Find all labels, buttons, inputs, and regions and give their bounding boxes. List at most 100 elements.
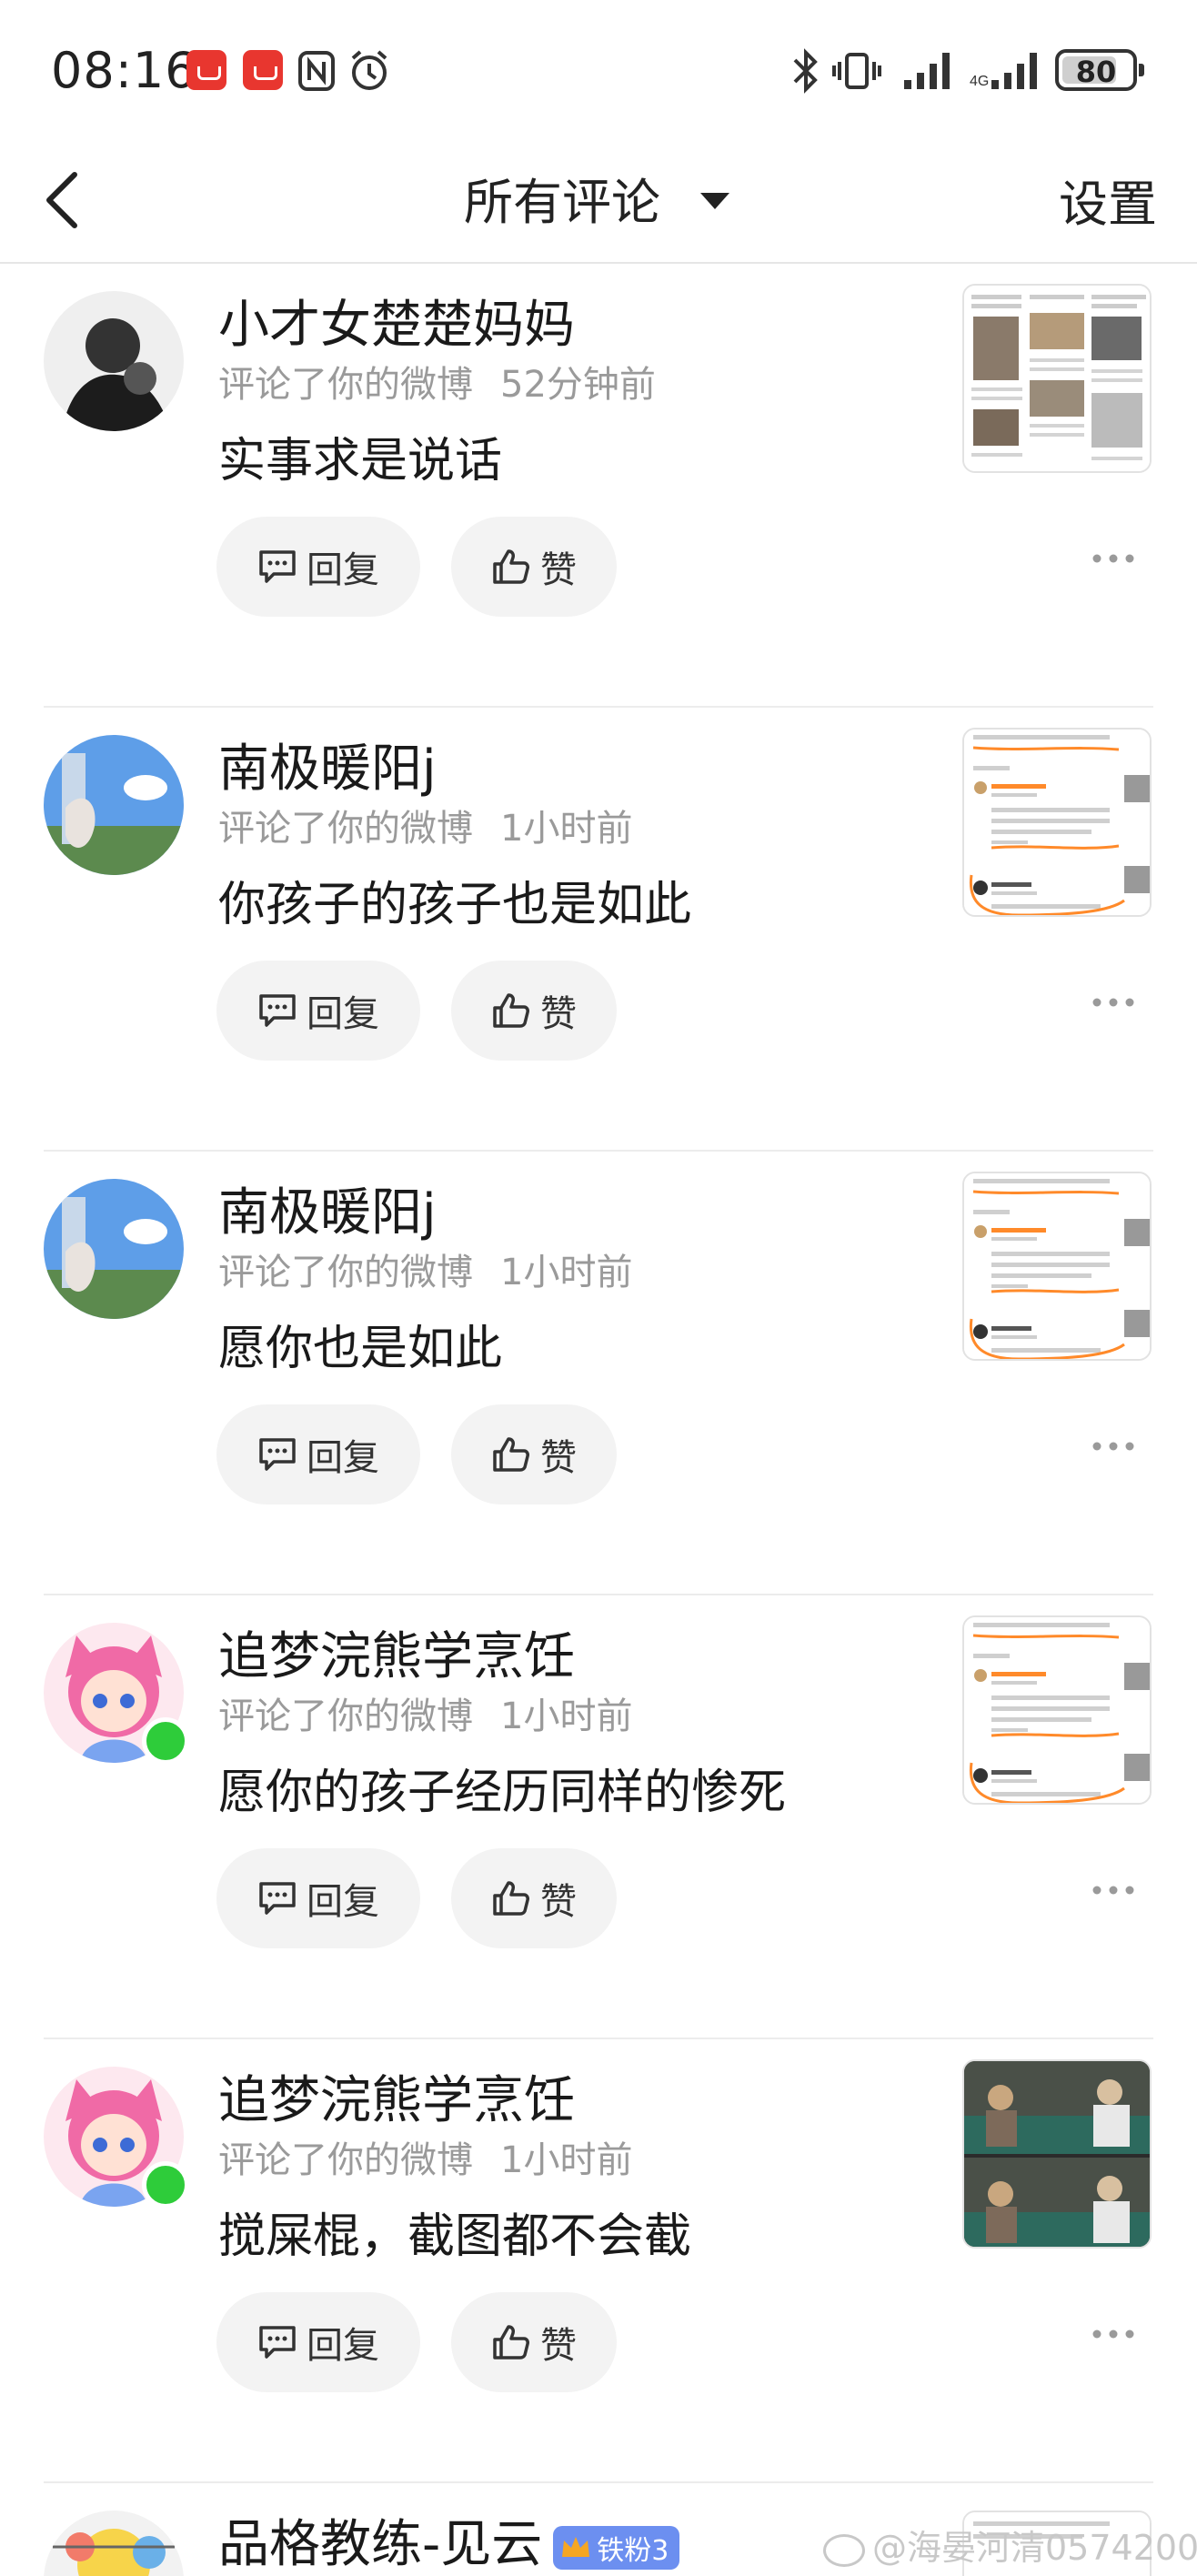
avatar[interactable] bbox=[44, 735, 184, 875]
comment-action: 评论了你的微博 bbox=[218, 808, 473, 850]
nav-bar: 所有评论 设置 bbox=[0, 136, 1197, 264]
comment-meta: 评论了你的微博 1小时前 bbox=[218, 2130, 632, 2183]
comment-time: 1小时前 bbox=[500, 1252, 633, 1293]
thumbs-up-icon bbox=[493, 993, 529, 1028]
huawei-store-icon bbox=[186, 50, 226, 90]
username[interactable]: 品格教练-见云 铁粉3 bbox=[218, 2503, 680, 2576]
reply-label: 回复 bbox=[307, 2325, 379, 2367]
comment-item[interactable]: 追梦浣熊学烹饪 评论了你的微博 1小时前 愿你的孩子经历同样的惨死 回复 赞 bbox=[0, 1595, 1197, 2039]
comment-icon bbox=[259, 994, 296, 1027]
comment-icon bbox=[259, 550, 296, 583]
like-label: 赞 bbox=[540, 1437, 577, 1479]
username[interactable]: 小才女楚楚妈妈 bbox=[218, 284, 575, 357]
battery-percent: 80 bbox=[1075, 55, 1117, 89]
comment-action: 评论了你的微博 bbox=[218, 1252, 473, 1293]
fan-badge: 铁粉3 bbox=[553, 2525, 680, 2570]
nfc-icon bbox=[298, 51, 335, 91]
reply-label: 回复 bbox=[307, 993, 379, 1035]
online-badge bbox=[142, 1717, 189, 1765]
reply-button[interactable]: 回复 bbox=[216, 1404, 420, 1504]
username[interactable]: 南极暖阳j bbox=[218, 728, 437, 801]
crown-icon bbox=[562, 2536, 590, 2557]
thumbs-up-icon bbox=[493, 1437, 529, 1472]
comment-item[interactable]: 追梦浣熊学烹饪 评论了你的微博 1小时前 搅屎棍，截图都不会截 回复 赞 bbox=[0, 2039, 1197, 2483]
like-button[interactable]: 赞 bbox=[451, 2292, 617, 2392]
fan-badge-label: 铁粉3 bbox=[597, 2534, 669, 2567]
like-button[interactable]: 赞 bbox=[451, 517, 617, 617]
post-thumbnail[interactable] bbox=[962, 2059, 1152, 2249]
comment-time: 1小时前 bbox=[500, 1696, 633, 1737]
alarm-icon bbox=[351, 50, 387, 90]
comment-time: 1小时前 bbox=[500, 2139, 633, 2181]
weibo-logo-icon bbox=[823, 2533, 865, 2567]
post-thumbnail[interactable] bbox=[962, 284, 1152, 473]
post-thumbnail[interactable] bbox=[962, 728, 1152, 917]
username[interactable]: 南极暖阳j bbox=[218, 1172, 437, 1245]
comment-time: 52分钟前 bbox=[500, 364, 656, 406]
username[interactable]: 追梦浣熊学烹饪 bbox=[218, 1615, 575, 1689]
avatar[interactable] bbox=[44, 291, 184, 431]
like-label: 赞 bbox=[540, 2325, 577, 2367]
comment-icon bbox=[259, 1438, 296, 1471]
like-button[interactable]: 赞 bbox=[451, 1848, 617, 1948]
username-text: 品格教练-见云 bbox=[218, 2515, 543, 2574]
vibrate-icon bbox=[832, 53, 881, 89]
online-badge bbox=[142, 2161, 189, 2209]
page-title[interactable]: 所有评论 bbox=[464, 162, 660, 234]
comment-item[interactable]: 小才女楚楚妈妈 评论了你的微博 52分钟前 实事求是说话 回复 赞 bbox=[0, 264, 1197, 708]
comment-icon bbox=[259, 1882, 296, 1915]
battery-indicator: 80 bbox=[1055, 49, 1144, 91]
comment-text: 愿你也是如此 bbox=[218, 1322, 503, 1376]
reply-button[interactable]: 回复 bbox=[216, 2292, 420, 2392]
svg-text:4G: 4G bbox=[970, 74, 989, 89]
comment-text: 愿你的孩子经历同样的惨死 bbox=[218, 1766, 787, 1820]
watermark: @海晏河清05742001 bbox=[823, 2520, 1197, 2570]
thumbs-up-icon bbox=[493, 1881, 529, 1916]
comment-text: 搅屎棍，截图都不会截 bbox=[218, 2209, 692, 2264]
comment-action: 评论了你的微博 bbox=[218, 364, 473, 406]
comment-item[interactable]: 南极暖阳j 评论了你的微博 1小时前 你孩子的孩子也是如此 回复 赞 bbox=[0, 708, 1197, 1152]
like-label: 赞 bbox=[540, 1881, 577, 1923]
reply-label: 回复 bbox=[307, 1437, 379, 1479]
thumbs-up-icon bbox=[493, 2325, 529, 2360]
huawei-store-icon bbox=[243, 50, 283, 90]
status-bar: 08:16 4G 80 bbox=[0, 0, 1197, 136]
avatar[interactable] bbox=[44, 2511, 184, 2576]
thumbs-up-icon bbox=[493, 549, 529, 584]
comment-meta: 评论了你的微博 1小时前 bbox=[218, 799, 632, 851]
reply-button[interactable]: 回复 bbox=[216, 517, 420, 617]
like-button[interactable]: 赞 bbox=[451, 961, 617, 1061]
comment-meta: 评论了你的微博 1小时前 bbox=[218, 1243, 632, 1295]
post-thumbnail[interactable] bbox=[962, 1172, 1152, 1361]
like-button[interactable]: 赞 bbox=[451, 1404, 617, 1504]
more-icon[interactable] bbox=[1091, 553, 1135, 564]
more-icon[interactable] bbox=[1091, 1441, 1135, 1452]
settings-button[interactable]: 设置 bbox=[1059, 164, 1157, 236]
comment-icon bbox=[259, 2326, 296, 2359]
comment-time: 1小时前 bbox=[500, 808, 633, 850]
avatar[interactable] bbox=[44, 1179, 184, 1319]
more-icon[interactable] bbox=[1091, 2329, 1135, 2340]
comment-action: 评论了你的微博 bbox=[218, 1696, 473, 1737]
reply-label: 回复 bbox=[307, 1881, 379, 1923]
more-icon[interactable] bbox=[1091, 997, 1135, 1008]
comment-meta: 评论了你的微博 1小时前 bbox=[218, 1686, 632, 1739]
watermark-text: @海晏河清05742001 bbox=[872, 2528, 1197, 2568]
comment-meta: 评论了你的微博 52分钟前 bbox=[218, 355, 656, 408]
post-thumbnail[interactable] bbox=[962, 1615, 1152, 1805]
more-icon[interactable] bbox=[1091, 1885, 1135, 1896]
reply-button[interactable]: 回复 bbox=[216, 961, 420, 1061]
comment-item[interactable]: 南极暖阳j 评论了你的微博 1小时前 愿你也是如此 回复 赞 bbox=[0, 1152, 1197, 1595]
signal-icon: 4G bbox=[970, 53, 1037, 89]
chevron-down-icon[interactable] bbox=[697, 182, 733, 218]
comment-text: 实事求是说话 bbox=[218, 434, 503, 488]
reply-button[interactable]: 回复 bbox=[216, 1848, 420, 1948]
comment-action: 评论了你的微博 bbox=[218, 2139, 473, 2181]
back-arrow-icon[interactable] bbox=[40, 164, 95, 236]
username[interactable]: 追梦浣熊学烹饪 bbox=[218, 2059, 575, 2133]
reply-label: 回复 bbox=[307, 549, 379, 591]
signal-icon bbox=[904, 53, 950, 89]
bluetooth-icon bbox=[793, 48, 818, 94]
status-time: 08:16 bbox=[51, 42, 197, 99]
like-label: 赞 bbox=[540, 549, 577, 591]
